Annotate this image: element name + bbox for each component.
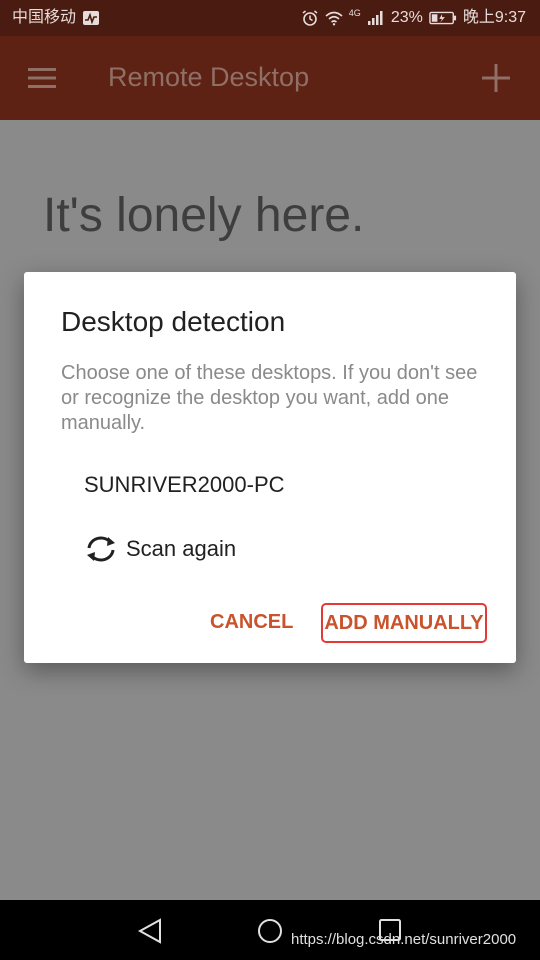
- watermark-text: https://blog.csdn.net/sunriver2000: [291, 931, 517, 948]
- desktop-option[interactable]: SUNRIVER2000-PC: [84, 472, 285, 498]
- activity-icon: [83, 11, 100, 25]
- screen: 中国移动 4G 23% 晚上9:37 Remote Desktop It's l…: [0, 0, 540, 960]
- signal-icon: [367, 11, 383, 25]
- app-bar: Remote Desktop: [0, 36, 540, 120]
- desktop-detection-dialog: Desktop detection Choose one of these de…: [24, 272, 516, 663]
- add-manually-button[interactable]: ADD MANUALLY: [321, 603, 487, 643]
- battery-icon: [429, 11, 456, 25]
- dialog-message: Choose one of these desktops. If you don…: [61, 362, 478, 434]
- status-left: 中国移动: [12, 8, 100, 28]
- empty-state-heading: It's lonely here.: [43, 189, 365, 242]
- scan-again-button[interactable]: Scan again: [84, 534, 236, 564]
- navigation-bar: [0, 900, 540, 960]
- home-icon[interactable]: [257, 918, 283, 944]
- carrier-name: 中国移动: [12, 9, 77, 26]
- cancel-button[interactable]: CANCEL: [210, 611, 293, 634]
- dialog-title: Desktop detection: [61, 306, 286, 337]
- battery-percent: 23%: [390, 9, 423, 26]
- clock: 晚上9:37: [462, 9, 526, 26]
- status-bar: 中国移动 4G 23% 晚上9:37: [0, 0, 540, 36]
- network-type: 4G: [348, 8, 361, 18]
- hamburger-menu-icon[interactable]: [26, 66, 58, 90]
- status-right: 4G 23% 晚上9:37: [301, 8, 526, 28]
- back-icon[interactable]: [136, 918, 164, 944]
- alarm-icon: [302, 10, 318, 26]
- app-title: Remote Desktop: [108, 62, 310, 92]
- plus-icon[interactable]: [480, 62, 512, 94]
- scan-again-label: Scan again: [126, 536, 237, 561]
- refresh-icon: [87, 536, 115, 562]
- wifi-icon: [325, 11, 343, 26]
